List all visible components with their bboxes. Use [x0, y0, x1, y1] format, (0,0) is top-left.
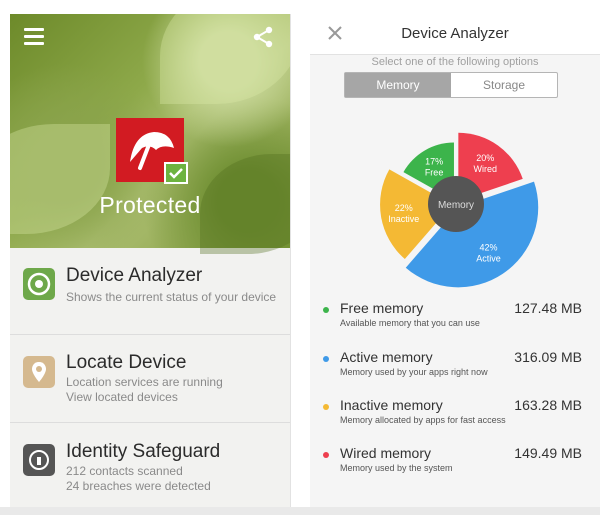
legend-description: Memory allocated by apps for fast access	[340, 415, 506, 425]
legend-dot	[323, 404, 329, 410]
pie-slice-percent: 22%	[395, 203, 413, 213]
map-pin-icon	[23, 356, 55, 388]
share-icon[interactable]	[252, 26, 274, 48]
tab-storage[interactable]: Storage	[451, 73, 557, 97]
item-title: Identity Safeguard	[66, 441, 221, 462]
legend-inactive-memory: Inactive memory Memory allocated by apps…	[310, 397, 600, 437]
item-subtitle: Shows the current status of your device	[66, 290, 277, 304]
item-title: Locate Device	[66, 352, 187, 373]
legend-name: Active memory	[340, 349, 433, 365]
pie-slice-percent: 17%	[425, 156, 443, 166]
options-hint: Select one of the following options	[371, 56, 539, 68]
top-bar: Device Analyzer	[310, 14, 600, 55]
legend-description: Available memory that you can use	[340, 318, 480, 328]
pie-slice-label: Active	[476, 253, 501, 263]
legend-description: Memory used by the system	[340, 463, 453, 473]
segmented-control: Memory Storage	[344, 72, 558, 98]
menu-item-locate-device[interactable]: Locate Device Location services are runn…	[10, 334, 290, 423]
legend-name: Free memory	[340, 300, 424, 316]
legend-name: Wired memory	[340, 445, 432, 461]
legend-value: 316.09 MB	[514, 349, 582, 365]
protection-status: Protected	[99, 192, 201, 218]
pie-center-label: Memory	[438, 200, 474, 211]
hamburger-menu-icon[interactable]	[24, 28, 44, 46]
legend-dot	[323, 452, 329, 458]
page-title: Device Analyzer	[401, 25, 509, 42]
legend-value: 163.28 MB	[514, 397, 582, 413]
bottom-gutter	[0, 507, 600, 515]
main-screen: Protected Device Analyzer Shows the curr…	[10, 14, 291, 507]
legend-wired-memory: Wired memory Memory used by the system 1…	[310, 445, 600, 485]
hero-banner: Protected	[10, 14, 290, 254]
pie-slice-percent: 42%	[480, 242, 498, 252]
device-analyzer-icon	[23, 268, 55, 300]
item-subtitle: 212 contacts scanned	[66, 464, 183, 478]
legend-name: Inactive memory	[340, 397, 443, 413]
item-subtitle: 24 breaches were detected	[66, 479, 211, 493]
device-analyzer-screen: Device Analyzer Select one of the follow…	[310, 14, 600, 507]
legend-description: Memory used by your apps right now	[340, 367, 488, 377]
item-subtitle: View located devices	[66, 390, 178, 404]
tab-memory[interactable]: Memory	[345, 73, 451, 97]
pie-slice-label: Wired	[474, 164, 498, 174]
pie-slice-percent: 20%	[476, 153, 494, 163]
legend-dot	[323, 307, 329, 313]
item-subtitle: Location services are running	[66, 375, 223, 389]
avira-umbrella-logo	[116, 118, 188, 184]
pie-slice-label: Inactive	[388, 214, 419, 224]
legend-active-memory: Active memory Memory used by your apps r…	[310, 349, 600, 389]
menu-item-device-analyzer[interactable]: Device Analyzer Shows the current status…	[10, 248, 290, 335]
legend-free-memory: Free memory Available memory that you ca…	[310, 300, 600, 340]
pie-slice-label: Free	[425, 167, 444, 177]
checkmark-icon	[164, 162, 188, 184]
menu-item-identity-safeguard[interactable]: Identity Safeguard 212 contacts scanned …	[10, 422, 290, 507]
lock-icon	[23, 444, 55, 476]
legend-value: 149.49 MB	[514, 445, 582, 461]
item-title: Device Analyzer	[66, 265, 203, 286]
legend-dot	[323, 356, 329, 362]
legend-value: 127.48 MB	[514, 300, 582, 316]
memory-pie-chart: 17%Free 20%Wired 42%Active 22%Inactive Memor…	[380, 132, 539, 288]
